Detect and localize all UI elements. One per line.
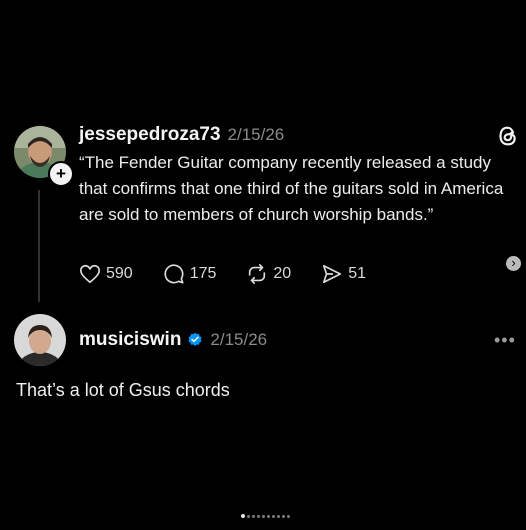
post-actions: 590 175 20 51	[79, 263, 396, 285]
avatar-musiciswin[interactable]	[14, 314, 66, 366]
page-dot-active	[241, 514, 245, 518]
page-dot	[272, 514, 275, 518]
comment-icon	[163, 263, 185, 285]
page-indicator	[241, 514, 290, 518]
thread-line	[38, 190, 40, 302]
repost-button[interactable]: 20	[246, 263, 291, 285]
heart-icon	[79, 263, 101, 285]
page-dot	[252, 514, 255, 518]
page-dot	[267, 514, 270, 518]
reply-text: That’s a lot of Gsus chords	[16, 380, 230, 400]
repost-count: 20	[273, 265, 292, 282]
post-header: jessepedroza73 2/15/26	[79, 124, 284, 146]
post-date: 2/15/26	[227, 125, 285, 144]
page-dot	[262, 514, 265, 518]
page-dot	[277, 514, 280, 518]
page-dot	[257, 514, 260, 518]
share-count: 51	[348, 265, 366, 282]
like-count: 590	[106, 265, 133, 282]
chevron-right-icon[interactable]: ›	[506, 256, 521, 271]
comment-count: 175	[189, 265, 217, 282]
reply-header: musiciswin 2/15/26	[79, 329, 267, 351]
comment-button[interactable]: 175	[163, 263, 217, 285]
repost-icon	[246, 263, 268, 285]
share-icon	[321, 263, 343, 285]
share-button[interactable]: 51	[321, 263, 366, 285]
reply-date: 2/15/26	[210, 330, 268, 349]
threads-logo-icon[interactable]	[498, 125, 518, 152]
more-options-icon[interactable]: •••	[494, 330, 516, 351]
verified-badge-icon	[187, 332, 203, 353]
page-dot	[282, 514, 285, 518]
like-button[interactable]: 590	[79, 263, 133, 285]
page-dot	[287, 514, 290, 518]
page-dot	[247, 514, 250, 518]
post-text: “The Fender Guitar company recently rele…	[79, 153, 504, 224]
post-username[interactable]: jessepedroza73	[79, 124, 221, 146]
follow-button[interactable]: +	[48, 161, 74, 187]
reply-username[interactable]: musiciswin	[79, 329, 181, 351]
